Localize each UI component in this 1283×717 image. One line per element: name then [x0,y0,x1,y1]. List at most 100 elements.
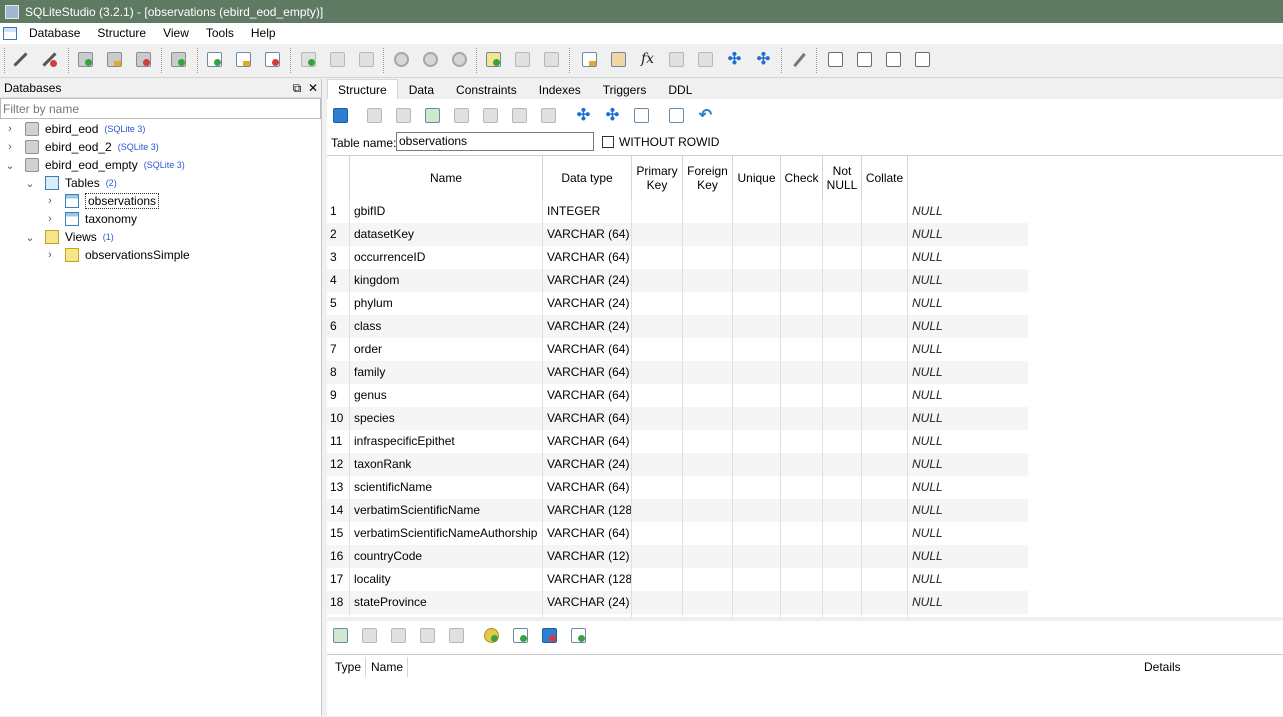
edit-db-button[interactable] [105,50,125,70]
rollback-structure-button[interactable] [394,106,414,126]
header-name[interactable]: Name [350,156,543,200]
collations-button[interactable] [667,50,687,70]
sql-editor-button[interactable] [580,50,600,70]
edit-index-button[interactable] [360,626,380,646]
drop-table-button[interactable] [263,50,283,70]
without-rowid-checkbox[interactable] [602,136,614,148]
tree-db-ebird-eod-2[interactable]: › ebird_eod_2 (SQLite 3) [3,138,159,156]
tab-triggers[interactable]: Triggers [592,79,658,101]
cascade-button[interactable] [913,50,933,70]
move-column-down-button[interactable] [539,106,559,126]
expand-arrow-icon[interactable]: › [43,249,57,261]
menu-database[interactable]: Database [21,23,89,44]
export-button[interactable]: ✣ [754,50,774,70]
create-view-button[interactable] [484,50,504,70]
table-row[interactable]: 13 scientificName VARCHAR (64) NULL [327,476,1028,499]
float-panel-icon[interactable]: ⧉ [289,81,305,96]
tab-constraints[interactable]: Constraints [445,79,528,101]
header-type[interactable]: Type [335,658,361,676]
disconnect-db-button[interactable] [40,50,60,70]
menu-view[interactable]: View [155,23,198,44]
drop-view-button[interactable] [542,50,562,70]
populate-table-button[interactable] [632,106,652,126]
header-foreign-key[interactable]: Foreign Key [683,156,733,200]
tree-views-node[interactable]: ⌄ Views (1) [23,228,114,246]
table-row[interactable]: 3 occurrenceID VARCHAR (64) NULL [327,246,1028,269]
tile-button[interactable] [826,50,846,70]
reset-autoincrement-button[interactable]: ↶ [696,106,716,126]
import-structure-button[interactable]: ✣ [574,106,594,126]
header-name[interactable]: Name [371,658,403,676]
table-row[interactable]: 10 species VARCHAR (64) NULL [327,407,1028,430]
header-details[interactable]: Details [1144,658,1181,676]
table-row[interactable]: 11 infraspecificEpithet VARCHAR (64) NULL [327,430,1028,453]
edit-view-button[interactable] [513,50,533,70]
header-check[interactable]: Check [781,156,823,200]
refresh-db-button[interactable] [169,50,189,70]
commit-structure-button[interactable] [365,106,385,126]
header-not-null[interactable]: Not NULL [823,156,862,200]
edit-column-button[interactable] [452,106,472,126]
tree-db-ebird-eod[interactable]: › ebird_eod (SQLite 3) [3,120,145,138]
tab-indexes[interactable]: Indexes [528,79,592,101]
collapse-arrow-icon[interactable]: ⌄ [3,159,17,172]
edit-table-button[interactable] [234,50,254,70]
table-name-input[interactable]: observations [396,132,594,151]
functions-button[interactable]: fx [638,50,658,70]
config-button[interactable] [789,50,809,70]
create-trigger-button[interactable] [392,50,412,70]
add-index-button[interactable] [331,626,351,646]
header-collate[interactable]: Collate [862,156,908,200]
add-check-button[interactable] [569,626,589,646]
delete-column-button[interactable] [481,106,501,126]
table-row[interactable]: 12 taxonRank VARCHAR (24) NULL [327,453,1028,476]
connect-db-button[interactable] [11,50,31,70]
tab-ddl[interactable]: DDL [657,79,703,101]
export-structure-button[interactable]: ✣ [603,106,623,126]
tile-vertical-button[interactable] [884,50,904,70]
extensions-button[interactable] [696,50,716,70]
tile-horizontal-button[interactable] [855,50,875,70]
header-data-type[interactable]: Data type [543,156,632,200]
expand-arrow-icon[interactable]: › [3,141,17,153]
move-down-button[interactable] [447,626,467,646]
move-up-button[interactable] [418,626,438,646]
table-row[interactable]: 7 order VARCHAR (64) NULL [327,338,1028,361]
add-pk-button[interactable] [482,626,502,646]
create-index-button[interactable] [299,50,319,70]
table-row[interactable]: 18 stateProvince VARCHAR (24) NULL [327,591,1028,614]
add-db-button[interactable] [76,50,96,70]
delete-index-button[interactable] [389,626,409,646]
header-unique[interactable]: Unique [733,156,781,200]
table-row[interactable]: 2 datasetKey VARCHAR (64) NULL [327,223,1028,246]
tree-table-observations[interactable]: › observations [43,192,160,210]
table-row[interactable]: 17 locality VARCHAR (128) NULL [327,568,1028,591]
menu-structure[interactable]: Structure [89,23,155,44]
table-row[interactable]: 14 verbatimScientificName VARCHAR (128) NUL… [327,499,1028,522]
refresh-structure-button[interactable] [331,106,351,126]
edit-index-button[interactable] [328,50,348,70]
add-column-button[interactable] [423,106,443,126]
add-fk-button[interactable] [511,626,531,646]
menu-tools[interactable]: Tools [198,23,243,44]
close-panel-icon[interactable]: ✕ [305,81,321,95]
expand-arrow-icon[interactable]: › [43,213,57,225]
table-row[interactable]: 15 verbatimScientificNameAuthorship VARCHA… [327,522,1028,545]
table-row[interactable]: 1 gbifID INTEGER NULL [327,200,1028,223]
tree-tables-node[interactable]: ⌄ Tables (2) [23,174,117,192]
ddl-history-button[interactable] [609,50,629,70]
tab-data[interactable]: Data [398,79,445,101]
add-unique-button[interactable] [540,626,560,646]
drop-trigger-button[interactable] [450,50,470,70]
header-primary-key[interactable]: Primary Key [632,156,683,200]
edit-trigger-button[interactable] [421,50,441,70]
remove-db-button[interactable] [134,50,154,70]
table-row[interactable]: 5 phylum VARCHAR (24) NULL [327,292,1028,315]
tree-table-taxonomy[interactable]: › taxonomy [43,210,137,228]
tree-db-ebird-eod-empty[interactable]: ⌄ ebird_eod_empty (SQLite 3) [3,156,185,174]
expand-arrow-icon[interactable]: › [3,123,17,135]
move-column-up-button[interactable] [510,106,530,126]
import-button[interactable]: ✣ [725,50,745,70]
collapse-arrow-icon[interactable]: ⌄ [23,177,37,190]
tab-structure[interactable]: Structure [327,79,398,101]
